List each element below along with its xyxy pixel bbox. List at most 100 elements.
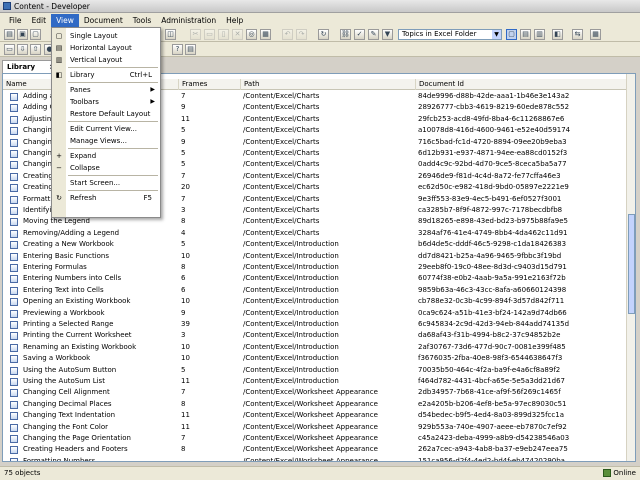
row-path: /Content/Excel/Introduction: [243, 354, 339, 363]
column-frames[interactable]: Frames: [179, 79, 241, 90]
table-row[interactable]: Changing the Font Color 11/Content/Excel/…: [3, 422, 627, 433]
table-row[interactable]: Previewing a Workbook 9/Content/Excel/Int…: [3, 308, 627, 319]
view-menu-item-manage-views[interactable]: Manage Views...: [52, 135, 160, 147]
sync-icon[interactable]: ⇆: [572, 29, 583, 40]
view-menu-item-single-layout[interactable]: ▢ Single Layout: [52, 30, 160, 42]
table-row[interactable]: Removing/Adding a Legend 4/Content/Excel/…: [3, 228, 627, 239]
view-menu-item-library[interactable]: ◧ Library Ctrl+L: [52, 69, 160, 81]
table-row[interactable]: Using the AutoSum List 11/Content/Excel/I…: [3, 376, 627, 387]
menu-separator: [68, 190, 158, 191]
cut-icon[interactable]: ✂: [190, 29, 201, 40]
refresh-icon[interactable]: ↻: [318, 29, 329, 40]
row-path: /Content/Excel/Charts: [243, 149, 320, 157]
topic-icon: [10, 161, 18, 170]
export-icon[interactable]: ⇧: [30, 44, 41, 55]
row-frames: 9: [181, 308, 186, 317]
library-icon[interactable]: ◧: [552, 29, 563, 40]
checkout-icon[interactable]: ✎: [368, 29, 379, 40]
table-row[interactable]: Changing Cell Alignment 7/Content/Excel/W…: [3, 387, 627, 398]
view-menu-item-start-screen[interactable]: Start Screen...: [52, 177, 160, 189]
link-icon[interactable]: ⛓: [340, 29, 351, 40]
table-row[interactable]: Changing Decimal Places 8/Content/Excel/W…: [3, 399, 627, 410]
scroll-thumb[interactable]: [628, 214, 635, 314]
new-folder-icon[interactable]: ▭: [4, 44, 15, 55]
table-row[interactable]: Printing a Selected Range 39/Content/Exce…: [3, 319, 627, 330]
undo-icon[interactable]: ↶: [282, 29, 293, 40]
row-document-id: da68af43-f31b-4994-b8c2-37c94852b2e: [418, 331, 561, 340]
table-row[interactable]: Entering Formulas 8/Content/Excel/Introdu…: [3, 262, 627, 273]
publish-icon[interactable]: ◫: [165, 29, 176, 40]
filter-icon[interactable]: ▼: [382, 29, 393, 40]
table-row[interactable]: Saving a Workbook 10/Content/Excel/Introd…: [3, 353, 627, 364]
table-row[interactable]: Using the AutoSum Button 5/Content/Excel/…: [3, 365, 627, 376]
table-row[interactable]: Changing Text Indentation 11/Content/Exce…: [3, 410, 627, 421]
menu-item-label: Single Layout: [70, 32, 118, 40]
properties-icon[interactable]: ▦: [260, 29, 271, 40]
view-menu-item-expand[interactable]: + Expand: [52, 150, 160, 162]
menu-file[interactable]: File: [4, 14, 27, 27]
copy-icon[interactable]: ▭: [204, 29, 215, 40]
table-row[interactable]: Moving the Legend 8/Content/Excel/Charts 8…: [3, 216, 627, 227]
help-icon[interactable]: ?: [172, 44, 183, 55]
import-icon[interactable]: ⇩: [17, 44, 28, 55]
row-path: /Content/Excel/Worksheet Appearance: [243, 456, 378, 462]
settings-icon[interactable]: ▦: [590, 29, 601, 40]
column-document-id[interactable]: Document Id: [416, 79, 627, 90]
table-row[interactable]: Entering Text into Cells 6/Content/Excel/…: [3, 285, 627, 296]
column-path[interactable]: Path: [241, 79, 416, 90]
topic-icon: [10, 412, 18, 421]
table-row[interactable]: Renaming an Existing Workbook 10/Content/…: [3, 342, 627, 353]
table-row[interactable]: Creating Headers and Footers 8/Content/Ex…: [3, 444, 627, 455]
table-row[interactable]: Entering Numbers into Cells 6/Content/Exc…: [3, 273, 627, 284]
table-row[interactable]: Changing the Page Orientation 7/Content/E…: [3, 433, 627, 444]
vertical-layout-icon[interactable]: ▥: [534, 29, 545, 40]
menu-administration[interactable]: Administration: [156, 14, 221, 27]
save-icon[interactable]: ▣: [17, 29, 28, 40]
paste-icon[interactable]: ▯: [218, 29, 229, 40]
menu-help[interactable]: Help: [221, 14, 248, 27]
view-menu-item-toolbars[interactable]: Toolbars ▶: [52, 96, 160, 108]
topic-icon: [10, 355, 18, 364]
topic-icon: [10, 435, 18, 443]
row-frames: 9: [181, 137, 186, 146]
view-menu-item-refresh[interactable]: ↻ Refresh F5: [52, 192, 160, 204]
menu-document[interactable]: Document: [79, 14, 128, 27]
topic-icon: [10, 115, 18, 124]
find-icon[interactable]: ◎: [246, 29, 257, 40]
row-frames: 3: [181, 331, 186, 340]
table-row[interactable]: Formatting Numbers/Content/Excel/Workshe…: [3, 456, 627, 462]
table-row[interactable]: Entering Basic Functions 10/Content/Excel…: [3, 251, 627, 262]
menu-tools[interactable]: Tools: [128, 14, 156, 27]
topic-icon: [10, 332, 18, 341]
chevron-down-icon[interactable]: ▼: [492, 30, 501, 39]
folder-select[interactable]: Topics in Excel Folder ▼: [398, 29, 502, 40]
view-menu-item-horizontal-layout[interactable]: ▤ Horizontal Layout: [52, 42, 160, 54]
row-frames: 7: [181, 388, 186, 397]
view-menu-item-panes[interactable]: Panes ▶: [52, 84, 160, 96]
view-options-icon[interactable]: ▤: [185, 44, 196, 55]
view-menu-item-edit-current-view[interactable]: Edit Current View...: [52, 123, 160, 135]
row-path: /Content/Excel/Charts: [243, 114, 320, 123]
single-layout-icon[interactable]: ▢: [506, 29, 517, 40]
open-icon[interactable]: ▤: [4, 29, 15, 40]
view-menu-item-collapse[interactable]: − Collapse: [52, 162, 160, 174]
vertical-scrollbar[interactable]: [626, 74, 635, 461]
row-path: /Content/Excel/Introduction: [243, 365, 339, 374]
menu-view[interactable]: View: [51, 13, 79, 27]
view-menu-item-restore-default-layout[interactable]: Restore Default Layout: [52, 108, 160, 120]
row-path: /Content/Excel/Charts: [243, 126, 320, 135]
table-row[interactable]: Creating a New Workbook 5/Content/Excel/I…: [3, 239, 627, 250]
delete-icon[interactable]: ✕: [232, 29, 243, 40]
new-icon[interactable]: ▢: [30, 29, 41, 40]
horizontal-layout-icon[interactable]: ▤: [520, 29, 531, 40]
checkin-icon[interactable]: ✓: [354, 29, 365, 40]
row-document-id: 6d12b931-e937-4871-94ee-ea88cd0152f3: [418, 149, 568, 157]
redo-icon[interactable]: ↷: [296, 29, 307, 40]
topic-icon: [10, 457, 18, 461]
table-row[interactable]: Printing the Current Worksheet 3/Content/…: [3, 330, 627, 341]
row-path: /Content/Excel/Worksheet Appearance: [243, 434, 378, 442]
menu-edit[interactable]: Edit: [27, 14, 52, 27]
row-path: /Content/Excel/Introduction: [243, 263, 339, 271]
table-row[interactable]: Opening an Existing Workbook 10/Content/E…: [3, 296, 627, 307]
view-menu-item-vertical-layout[interactable]: ▥ Vertical Layout: [52, 54, 160, 66]
